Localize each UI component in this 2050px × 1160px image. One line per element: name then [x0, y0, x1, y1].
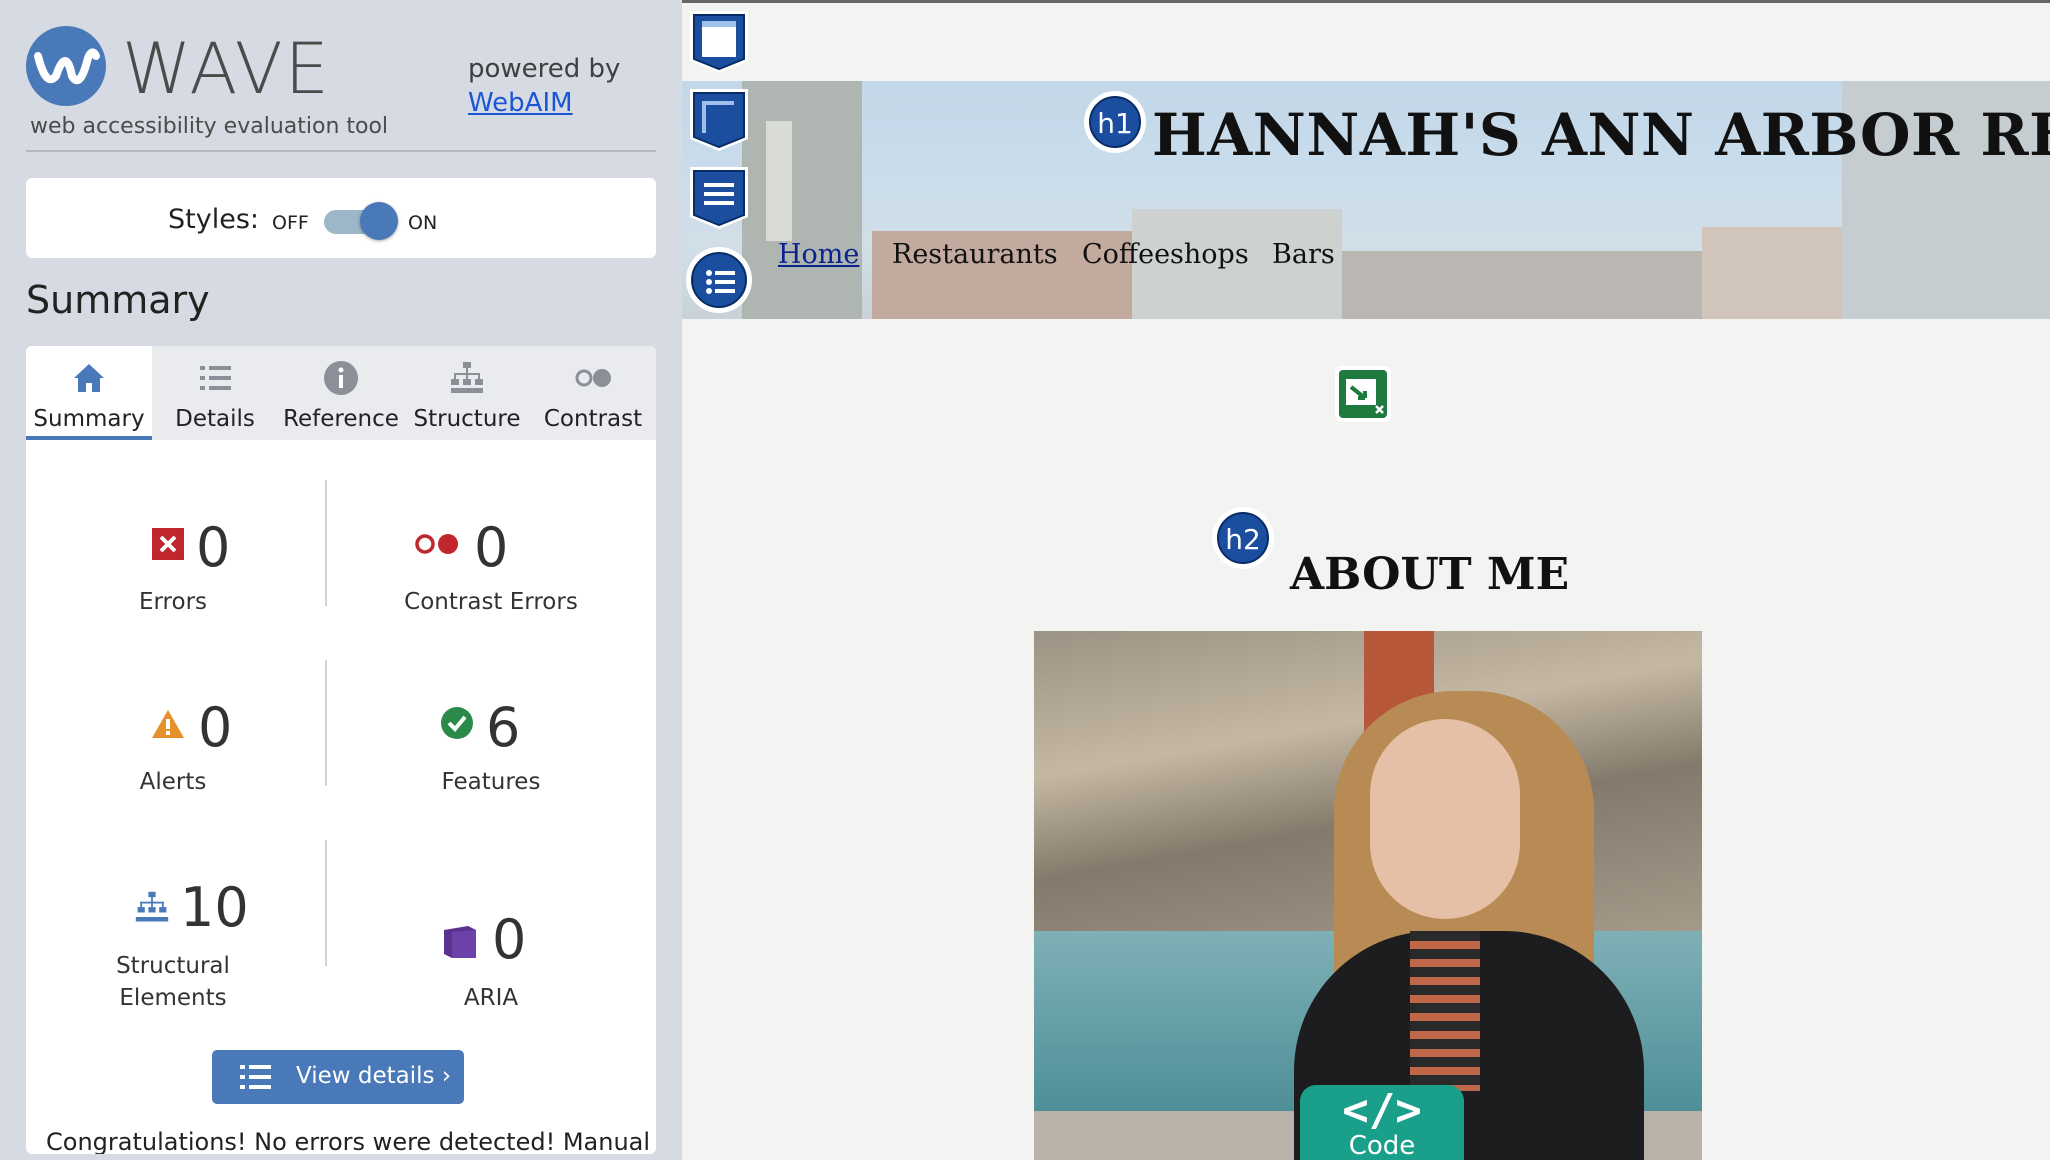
errors-label: Errors: [138, 589, 208, 615]
tab-details[interactable]: Details: [152, 346, 278, 440]
features-count: 6: [486, 696, 521, 759]
view-details-button[interactable]: View details ›: [212, 1050, 464, 1104]
aria-count: 0: [492, 908, 527, 971]
about-heading: ABOUT ME: [1290, 549, 1570, 600]
alerts-stat[interactable]: 0 Alerts: [28, 696, 318, 816]
divider: [26, 150, 656, 152]
powered-by-label: powered by: [468, 54, 621, 84]
stat-divider: [325, 480, 327, 606]
code-icon: </>: [1342, 1085, 1422, 1136]
h2-badge-label: h2: [1217, 512, 1269, 564]
features-stat[interactable]: 6 Features: [346, 696, 636, 816]
styles-toggle-box: Styles: OFF ON: [26, 178, 656, 258]
site-title: HANNAH'S ANN ARBOR REVIEW: [1152, 101, 2050, 169]
code-toggle-tab[interactable]: </> Code: [1300, 1085, 1464, 1160]
alerts-label: Alerts: [139, 769, 207, 795]
tab-label: Contrast: [543, 406, 643, 432]
wave-sidebar: WAVE web accessibility evaluation tool p…: [0, 0, 682, 1160]
wave-logo-icon: [26, 26, 106, 106]
summary-panel: Summary Details Reference Structure Cont…: [26, 346, 656, 1154]
home-icon: [74, 364, 104, 392]
tab-label: Reference: [283, 406, 399, 432]
view-details-label: View details ›: [296, 1063, 452, 1089]
structural-count: 10: [180, 876, 249, 939]
unordered-list-icon[interactable]: [686, 247, 752, 313]
features-label: Features: [441, 769, 541, 795]
error-icon: [152, 528, 184, 560]
list-icon: [706, 270, 735, 294]
styles-off-label: OFF: [272, 212, 309, 234]
nav-restaurants[interactable]: Restaurants: [892, 239, 1058, 270]
stat-divider: [325, 660, 327, 786]
congrats-message: Congratulations! No errors were detected…: [46, 1128, 651, 1154]
aria-icon: [444, 926, 476, 958]
info-icon: [324, 361, 358, 395]
contrast-error-icon: [415, 534, 458, 554]
contrast-icon: [575, 369, 611, 387]
code-tab-label: Code: [1348, 1131, 1416, 1160]
list-icon: [200, 366, 231, 390]
structural-stat[interactable]: 10 Structural Elements: [28, 876, 318, 1036]
tab-contrast[interactable]: Contrast: [530, 346, 656, 440]
tab-bar: Summary Details Reference Structure Cont…: [26, 346, 656, 440]
summary-heading: Summary: [26, 278, 210, 322]
feature-check-icon: [441, 707, 473, 739]
structure-icon: [135, 891, 169, 922]
navigation-region-icon[interactable]: [686, 165, 752, 231]
tab-reference[interactable]: Reference: [278, 346, 404, 440]
stat-divider: [325, 840, 327, 966]
structural-label-2: Elements: [119, 985, 227, 1011]
alerts-count: 0: [198, 696, 233, 759]
alert-icon: [152, 710, 184, 738]
nav-home[interactable]: Home: [778, 239, 859, 270]
logo-text: WAVE: [122, 28, 331, 110]
main-region-icon[interactable]: [686, 87, 752, 153]
contrast-errors-stat[interactable]: 0 Contrast Errors: [346, 516, 636, 636]
styles-toggle-knob[interactable]: [360, 202, 398, 240]
profile-photo: [1034, 631, 1702, 1160]
list-icon: [240, 1065, 271, 1089]
h1-badge-label: h1: [1089, 96, 1141, 148]
photo-face: [1370, 719, 1520, 919]
contrast-errors-count: 0: [474, 516, 509, 579]
contrast-errors-label: Contrast Errors: [404, 589, 578, 615]
tab-structure[interactable]: Structure: [404, 346, 530, 440]
photo-shirt: [1410, 931, 1480, 1091]
aria-label: ARIA: [463, 985, 519, 1011]
header-banner: h1 HANNAH'S ANN ARBOR REVIEW Home Restau…: [682, 81, 2050, 319]
nav-coffeeshops[interactable]: Coffeeshops: [1082, 239, 1249, 270]
webaim-link[interactable]: WebAIM: [468, 86, 620, 120]
tab-label: Details: [175, 406, 255, 432]
powered-by: powered by WebAIM: [468, 52, 620, 120]
h2-badge-icon[interactable]: h2: [1212, 507, 1274, 569]
structure-icon: [451, 362, 483, 393]
feature-link-icon[interactable]: [1334, 365, 1392, 423]
aria-stat[interactable]: 0 ARIA: [346, 906, 636, 1036]
page-preview: h1 HANNAH'S ANN ARBOR REVIEW Home Restau…: [682, 0, 2050, 1160]
tab-label: Structure: [413, 406, 521, 432]
h1-badge-icon[interactable]: h1: [1084, 91, 1146, 153]
structural-label-1: Structural: [116, 953, 230, 979]
styles-on-label: ON: [408, 212, 438, 234]
tagline: web accessibility evaluation tool: [30, 114, 389, 139]
tab-label: Summary: [33, 406, 145, 432]
styles-label: Styles:: [168, 204, 259, 235]
errors-count: 0: [196, 516, 231, 579]
header-region-icon[interactable]: [686, 9, 752, 75]
tab-summary[interactable]: Summary: [26, 346, 152, 440]
errors-stat[interactable]: 0 Errors: [28, 516, 318, 636]
nav-bars[interactable]: Bars: [1272, 239, 1335, 270]
